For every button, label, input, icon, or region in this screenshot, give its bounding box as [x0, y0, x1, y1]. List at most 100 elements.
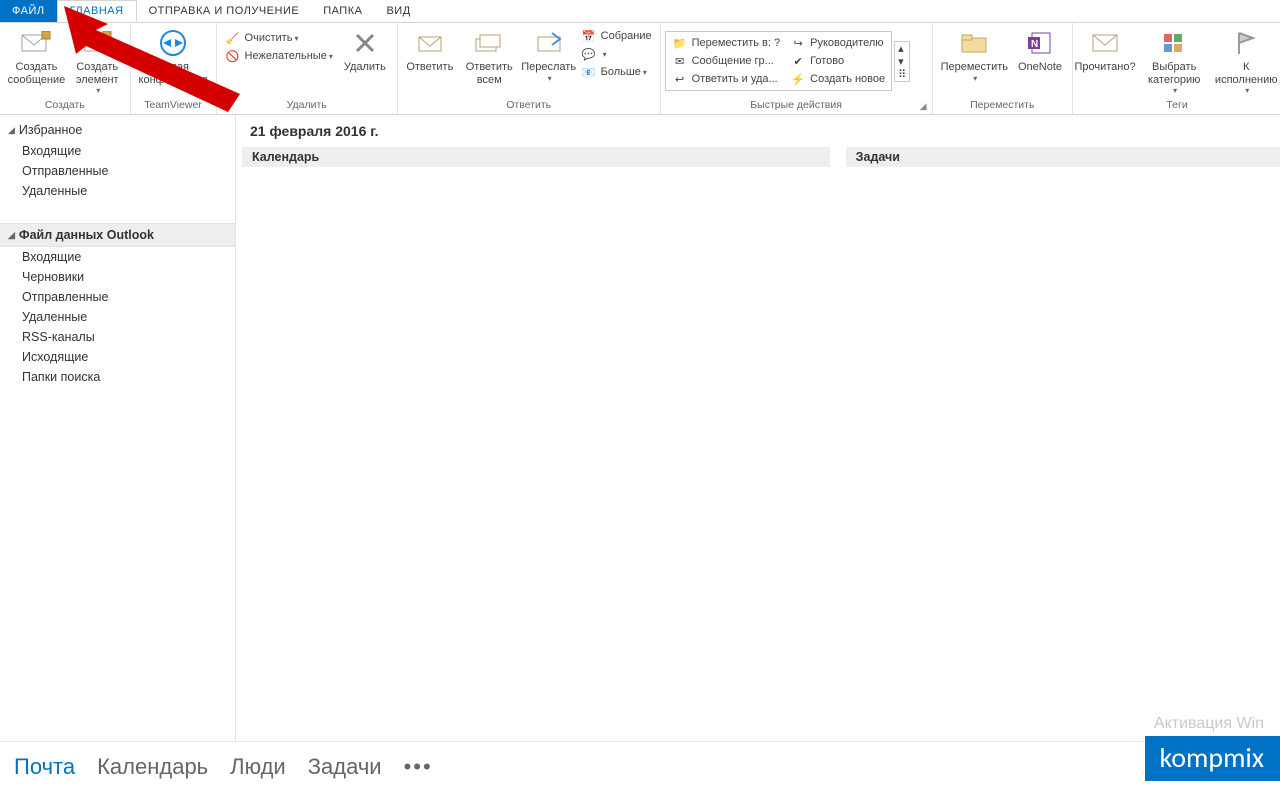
im-icon: 💬 [581, 46, 597, 62]
bottom-mail[interactable]: Почта [14, 754, 75, 780]
new-item-label: Создать элемент [73, 61, 122, 86]
tab-view[interactable]: ВИД [374, 0, 422, 22]
mail-item-icon [81, 27, 113, 59]
quick-actions-launcher[interactable]: ◢ [920, 101, 930, 114]
move-button[interactable]: Переместить▾ [937, 25, 1012, 83]
teamviewer-button[interactable]: Новая конференция [135, 25, 212, 86]
teamviewer-icon [157, 27, 189, 59]
qa-create-new[interactable]: ⚡Создать новое [788, 70, 887, 88]
tab-folder[interactable]: ПАПКА [311, 0, 374, 22]
group-reply-label: Ответить [398, 97, 660, 114]
group-create-label: Создать [0, 97, 130, 114]
delete-label: Удалить [344, 61, 386, 74]
collapse-icon: ◢ [8, 230, 15, 241]
bottom-calendar[interactable]: Календарь [97, 754, 208, 780]
group-quick-label: Быстрые действия [750, 97, 842, 114]
ribbon: Создать сообщение Создать элемент▾ Созда… [0, 23, 1280, 115]
nav-fav-item[interactable]: Входящие [0, 141, 235, 161]
nav-datafile-header[interactable]: ◢ Файл данных Outlook [0, 223, 235, 247]
qa-expand[interactable]: ⠿ [895, 68, 909, 81]
nav-favorites-header[interactable]: ◢ Избранное [0, 119, 235, 141]
category-button[interactable]: Выбрать категорию▾ [1133, 25, 1215, 95]
nav-data-item[interactable]: Папки поиска [0, 367, 235, 387]
junk-button[interactable]: 🚫 Нежелательные▾ [221, 47, 337, 65]
tab-file[interactable]: ФАЙЛ [0, 0, 57, 22]
read-icon [1089, 27, 1121, 59]
group-teamviewer: Новая конференция TeamViewer [131, 23, 217, 114]
tasks-panel: Задачи [846, 147, 1280, 167]
new-message-button[interactable]: Создать сообщение [4, 25, 69, 86]
nav-data-item[interactable]: RSS-каналы [0, 327, 235, 347]
qa-reply-delete[interactable]: ↩ Ответить и уда... [670, 70, 783, 88]
nav-data-item[interactable]: Исходящие [0, 347, 235, 367]
svg-text:N: N [1031, 39, 1038, 50]
qa-to-manager[interactable]: ↪ Руководителю [788, 34, 887, 52]
clean-button[interactable]: 🧹 Очистить▾ [221, 29, 337, 47]
nav-datafile-label: Файл данных Outlook [19, 228, 154, 242]
group-reply: Ответить Ответить всем Переслать▾ 📅 Собр… [398, 23, 661, 114]
delete-button[interactable]: Удалить [337, 25, 393, 74]
group-delete: 🧹 Очистить▾ 🚫 Нежелательные▾ Удалить Уда… [217, 23, 398, 114]
lightning-icon: ⚡ [790, 71, 806, 87]
read-label: Прочитано? [1074, 61, 1135, 74]
group-create: Создать сообщение Создать элемент▾ Созда… [0, 23, 131, 114]
nav-favorites-label: Избранное [19, 123, 82, 137]
qa-reply-delete-label: Ответить и уда... [692, 73, 778, 85]
qa-move-to-label: Переместить в: ? [692, 37, 781, 49]
qa-done[interactable]: ✔Готово [788, 52, 887, 70]
more-reply-label: Больше [601, 66, 641, 78]
delete-icon [349, 27, 381, 59]
onenote-button[interactable]: N OneNote [1012, 25, 1068, 74]
im-button[interactable]: 💬▾ [577, 45, 656, 63]
reply-all-button[interactable]: Ответить всем [458, 25, 521, 86]
bottom-tasks[interactable]: Задачи [308, 754, 382, 780]
mail-new-icon [20, 27, 52, 59]
meeting-icon: 📅 [581, 28, 597, 44]
more-icon: 📧 [581, 64, 597, 80]
group-move: Переместить▾ N OneNote Переместить [933, 23, 1073, 114]
reply-all-icon [473, 27, 505, 59]
qa-scroll-up[interactable]: ▴ [895, 42, 909, 55]
qa-move-to[interactable]: 📁Переместить в: ? [670, 34, 783, 52]
group-teamviewer-label: TeamViewer [131, 97, 216, 114]
bottom-nav: Почта Календарь Люди Задачи ••• [0, 741, 1280, 791]
reply-button[interactable]: Ответить [402, 25, 458, 74]
bottom-more[interactable]: ••• [404, 754, 433, 780]
read-button[interactable]: Прочитано? [1077, 25, 1133, 74]
more-reply-button[interactable]: 📧 Больше▾ [577, 63, 656, 81]
qa-scroll-down[interactable]: ▾ [895, 55, 909, 68]
flag-icon [1230, 27, 1262, 59]
move-label: Переместить [941, 61, 1008, 74]
meeting-button[interactable]: 📅 Собрание [577, 27, 656, 45]
tab-send-receive[interactable]: ОТПРАВКА И ПОЛУЧЕНИЕ [137, 0, 312, 22]
new-item-button[interactable]: Создать элемент▾ [69, 25, 126, 95]
meeting-label: Собрание [601, 30, 652, 42]
folder-nav: ◢ Избранное Входящие Отправленные Удален… [0, 115, 236, 741]
nav-fav-item[interactable]: Отправленные [0, 161, 235, 181]
tasks-panel-header: Задачи [846, 147, 1280, 167]
followup-button[interactable]: К исполнению▾ [1215, 25, 1277, 95]
forward-button[interactable]: Переслать▾ [521, 25, 577, 83]
nav-data-item[interactable]: Отправленные [0, 287, 235, 307]
nav-data-item[interactable]: Входящие [0, 247, 235, 267]
group-quick-actions: 📁Переместить в: ? ↪ Руководителю ✉Сообщен… [661, 23, 933, 114]
qa-to-manager-label: Руководителю [810, 37, 883, 49]
reply-delete-icon: ↩ [672, 71, 688, 87]
tab-home[interactable]: ГЛАВНАЯ [57, 0, 137, 22]
followup-label: К исполнению [1215, 61, 1278, 86]
forward-manager-icon: ↪ [790, 35, 806, 51]
reply-label: Ответить [406, 61, 453, 74]
group-move-label: Переместить [933, 97, 1072, 114]
reply-all-label: Ответить всем [462, 61, 517, 86]
nav-data-item[interactable]: Удаленные [0, 307, 235, 327]
bottom-people[interactable]: Люди [230, 754, 286, 780]
nav-data-item[interactable]: Черновики [0, 267, 235, 287]
group-delete-label: Удалить [217, 97, 397, 114]
forward-icon [533, 27, 565, 59]
calendar-panel-header: Календарь [242, 147, 830, 167]
qa-team-msg[interactable]: ✉Сообщение гр... [670, 52, 783, 70]
group-tags-label: Теги [1073, 97, 1280, 114]
qa-done-label: Готово [810, 55, 844, 67]
nav-fav-item[interactable]: Удаленные [0, 181, 235, 201]
junk-icon: 🚫 [225, 48, 241, 64]
